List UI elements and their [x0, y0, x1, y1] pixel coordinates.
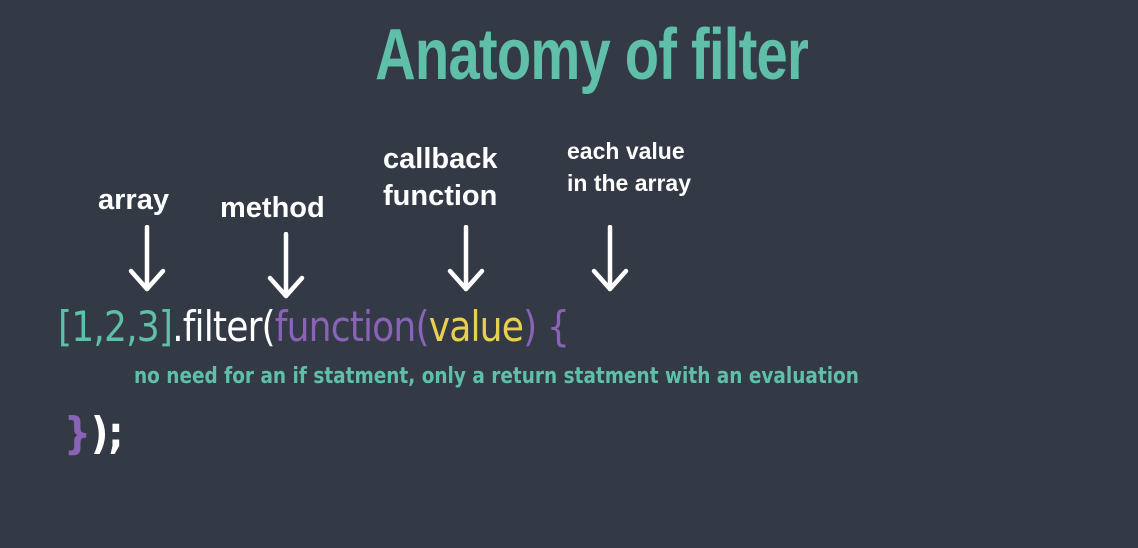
label-callback-function: callback function [383, 141, 497, 215]
label-each-line2: in the array [567, 170, 691, 196]
arrow-down-icon [590, 225, 630, 295]
code-closing: }); [64, 408, 123, 461]
closing-brace: } [64, 408, 91, 459]
page-title: Anatomy of filter [375, 15, 809, 95]
label-array: array [98, 184, 169, 216]
code-array: [1,2,3] [58, 302, 173, 351]
label-each-value: each value in the array [567, 135, 691, 199]
label-callback-line1: callback [383, 143, 498, 175]
arrow-down-icon [446, 225, 486, 295]
code-param: value [428, 302, 524, 351]
code-function-keyword: function( [274, 302, 430, 351]
code-function-close: ) { [523, 302, 570, 351]
code-method: .filter( [172, 302, 276, 351]
arrow-down-icon [266, 232, 306, 302]
closing-paren: ); [90, 408, 124, 459]
code-note: no need for an if statment, only a retur… [134, 364, 859, 389]
arrow-down-icon [127, 225, 167, 295]
code-line: [1,2,3].filter(function(value) { [58, 302, 570, 352]
label-callback-line2: function [383, 180, 498, 212]
label-each-line1: each value [567, 138, 685, 164]
label-method: method [220, 192, 325, 224]
